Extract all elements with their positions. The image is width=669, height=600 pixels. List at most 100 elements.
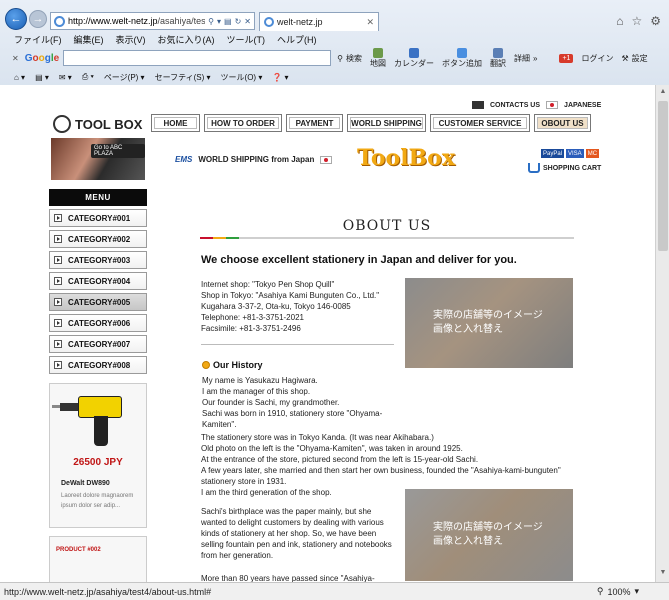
google-map-button[interactable]: 地図 (370, 48, 386, 68)
history-paragraph: Sachi's birthplace was the paper mainly,… (201, 506, 401, 561)
safety-menu[interactable]: セーフティ(S) ▾ (155, 72, 211, 83)
nav-world-shipping[interactable]: WORLD SHIPPING (347, 114, 426, 132)
history-paragraph: My name is Yasukazu Hagiwara. I am the m… (202, 375, 395, 430)
google-search-button[interactable]: ⚲ 検索 (337, 53, 362, 64)
text-line: Old photo on the left is the "Ohyama-Kam… (201, 444, 463, 453)
translate-icon (493, 48, 504, 58)
google-calendar-button[interactable]: カレンダー (394, 48, 434, 68)
google-add-button[interactable]: ボタン追加 (442, 48, 482, 68)
google-translate-button[interactable]: 翻訳 (490, 48, 506, 68)
page-menu[interactable]: ページ(P) ▾ (104, 72, 145, 83)
menu-help[interactable]: ヘルプ(H) (277, 33, 317, 46)
store-image-placeholder: 実際の店舗等のイメージ 画像と入れ替え (405, 278, 573, 368)
nav-about-us[interactable]: OBOUT US (534, 114, 591, 132)
forward-button[interactable]: → (29, 10, 47, 28)
category-item[interactable]: CATEGORY#002 (49, 230, 147, 248)
abc-plaza-banner[interactable]: Go to ABC PLAZA (51, 138, 145, 180)
store-image-placeholder: 実際の店舗等のイメージ 画像と入れ替え (405, 489, 573, 581)
plus-icon (457, 48, 468, 58)
heading-rule (200, 237, 574, 239)
google-plus-button[interactable]: +1 (559, 53, 574, 63)
main-nav: HOME HOW TO ORDER PAYMENT WORLD SHIPPING… (151, 114, 591, 132)
menu-file[interactable]: ファイル(F) (14, 33, 62, 46)
help-icon[interactable]: ❓ ▾ (272, 73, 288, 82)
dropdown-icon[interactable]: ▾ (217, 17, 221, 26)
stop-icon[interactable]: ✕ (244, 17, 251, 26)
scroll-up-icon[interactable]: ▲ (658, 88, 668, 98)
japanese-link[interactable]: JAPANESE (564, 102, 601, 109)
nav-customer-service[interactable]: CUSTOMER SERVICE (430, 114, 530, 132)
google-more-button[interactable]: 詳細» (514, 53, 537, 64)
google-login-button[interactable]: ログイン (581, 53, 613, 64)
gear-icon[interactable]: ⚙ (650, 14, 661, 28)
category-item[interactable]: CATEGORY#007 (49, 335, 147, 353)
japan-flag-icon (546, 101, 559, 109)
search-icon[interactable]: ⚲ (208, 17, 214, 26)
category-item[interactable]: CATEGORY#008 (49, 356, 147, 374)
category-item[interactable]: CATEGORY#003 (49, 251, 147, 269)
product-card[interactable]: 26500 JPY DeWalt DW890 Laoreet dolore ma… (49, 383, 147, 528)
status-bar: http://www.welt-netz.jp/asahiya/test4/ab… (0, 582, 669, 600)
category-label: CATEGORY#002 (68, 234, 131, 244)
menu-view[interactable]: 表示(V) (116, 33, 146, 46)
menu-edit[interactable]: 編集(E) (74, 33, 104, 46)
tool-label: 翻訳 (490, 59, 507, 68)
logo-text: TOOL BOX (75, 116, 143, 132)
google-search-input[interactable] (63, 50, 332, 66)
arrow-right-icon (54, 277, 62, 285)
feeds-icon[interactable]: ▤ ▾ (35, 73, 49, 82)
address-line: Internet shop: "Tokyo Pen Shop Quill" (201, 280, 335, 289)
print-icon[interactable]: ⎙ ▾ (82, 72, 94, 82)
tab-active[interactable]: welt-netz.jp ✕ (259, 12, 379, 31)
mail-icon[interactable]: ✉ ▾ (59, 73, 72, 82)
google-settings-button[interactable]: ⚒ 設定 (621, 53, 647, 64)
back-button[interactable]: ← (5, 8, 27, 30)
tool-label: カレンダー (394, 59, 435, 68)
ems-logo: EMS (175, 155, 193, 164)
address-url[interactable]: http://www.welt-netz.jp/asahiya/test4/ab… (68, 16, 205, 26)
scroll-thumb[interactable] (658, 101, 668, 251)
placeholder-text: 画像と入れ替え (433, 324, 503, 335)
tab-page-icon (264, 17, 274, 27)
placeholder-text: 実際の店舗等のイメージ (433, 310, 543, 321)
history-title: Our History (213, 360, 263, 370)
text-line: Kamiten". (202, 420, 237, 429)
site-logo[interactable]: TOOL BOX (53, 115, 142, 133)
arrow-right-icon (54, 361, 62, 369)
category-item[interactable]: CATEGORY#001 (49, 209, 147, 227)
url-domain: http://www.welt-netz.jp (68, 16, 158, 26)
category-item-active[interactable]: CATEGORY#005 (49, 293, 147, 311)
favorites-star-icon[interactable]: ☆ (631, 14, 642, 28)
tab-close-icon[interactable]: ✕ (366, 17, 374, 28)
scroll-down-icon[interactable]: ▼ (658, 569, 668, 579)
home-icon[interactable]: ⌂ (616, 14, 623, 28)
product-card-2[interactable]: PRODUCT #002 (49, 536, 147, 582)
category-label: CATEGORY#005 (68, 297, 131, 307)
nav-how-to-order[interactable]: HOW TO ORDER (204, 114, 282, 132)
category-item[interactable]: CATEGORY#006 (49, 314, 147, 332)
refresh-icon[interactable]: ↻ (235, 17, 242, 26)
product-name[interactable]: DeWalt DW890 (61, 480, 110, 487)
calendar-icon (409, 48, 420, 58)
toolbar-close-icon[interactable]: ✕ (12, 54, 19, 63)
menu-bar: ファイル(F) 編集(E) 表示(V) お気に入り(A) ツール(T) ヘルプ(… (0, 31, 669, 47)
home-cmd-icon[interactable]: ⌂ ▾ (14, 73, 25, 82)
text-line: selling fountain pen and ink, stationery… (201, 540, 392, 549)
tools-menu[interactable]: ツール(O) ▾ (221, 72, 263, 83)
contacts-link[interactable]: CONTACTS US (490, 102, 540, 109)
category-label: CATEGORY#001 (68, 213, 131, 223)
menu-favorites[interactable]: お気に入り(A) (158, 33, 215, 46)
nav-home[interactable]: HOME (151, 114, 200, 132)
address-bar[interactable]: http://www.welt-netz.jp/asahiya/test4/ab… (50, 12, 255, 30)
text-line: At the entrance of the store, pictured s… (201, 455, 479, 464)
zoom-control[interactable]: ⚲ 100% ▾ (597, 586, 639, 597)
nav-payment[interactable]: PAYMENT (286, 114, 343, 132)
category-item[interactable]: CATEGORY#004 (49, 272, 147, 290)
ie-page-icon (54, 15, 65, 27)
compat-icon[interactable]: ▤ (224, 17, 232, 26)
shopping-cart-link[interactable]: SHOPPING CART (528, 163, 601, 173)
page-viewport: CONTACTS US JAPANESE TOOL BOX HOME HOW T… (0, 85, 655, 582)
vertical-scrollbar[interactable]: ▲ ▼ (655, 85, 669, 582)
placeholder-text: 画像と入れ替え (433, 536, 503, 547)
menu-tools[interactable]: ツール(T) (227, 33, 266, 46)
